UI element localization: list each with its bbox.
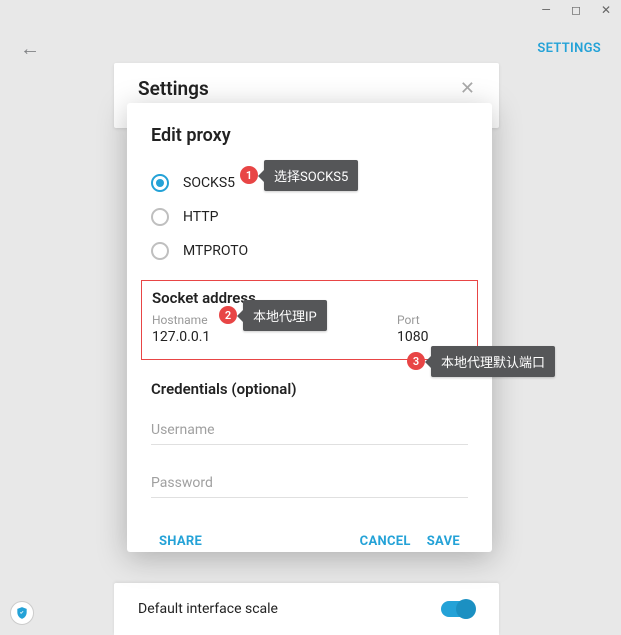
dialog-actions: SHARE CANCEL SAVE — [151, 528, 468, 555]
hostname-value: 127.0.0.1 — [152, 329, 377, 345]
bottom-bar: Default interface scale — [114, 583, 499, 635]
radio-icon — [151, 242, 169, 260]
top-bar: ← SETTINGS — [0, 32, 621, 64]
radio-label: MTPROTO — [183, 243, 248, 259]
shield-icon[interactable] — [10, 601, 34, 625]
radio-mtproto[interactable]: MTPROTO — [151, 234, 468, 268]
maximize-button[interactable]: ◻ — [561, 0, 591, 20]
window-close-button[interactable]: ✕ — [591, 0, 621, 20]
radio-http[interactable]: HTTP — [151, 200, 468, 234]
radio-label: HTTP — [183, 209, 218, 225]
port-value: 1080 — [397, 329, 467, 345]
password-input[interactable] — [151, 471, 468, 498]
back-icon[interactable]: ← — [20, 36, 40, 61]
callout-1: 选择SOCKS5 — [264, 160, 358, 191]
save-button[interactable]: SAVE — [419, 528, 468, 555]
settings-link[interactable]: SETTINGS — [537, 41, 601, 56]
callout-3: 本地代理默认端口 — [431, 346, 555, 377]
dialog-title: Edit proxy — [151, 125, 468, 146]
close-icon[interactable]: ✕ — [460, 78, 475, 99]
badge-1: 1 — [240, 166, 258, 184]
username-input[interactable] — [151, 418, 468, 445]
badge-2: 2 — [219, 306, 237, 324]
badge-3: 3 — [407, 352, 425, 370]
minimize-button[interactable]: — — [531, 0, 561, 20]
interface-scale-toggle[interactable] — [441, 601, 475, 617]
radio-icon — [151, 174, 169, 192]
port-label: Port — [397, 313, 467, 327]
radio-label: SOCKS5 — [183, 175, 235, 191]
callout-2: 本地代理IP — [243, 300, 327, 331]
panel-title: Settings — [138, 77, 209, 100]
share-button[interactable]: SHARE — [151, 528, 210, 555]
interface-scale-label: Default interface scale — [138, 601, 278, 617]
cancel-button[interactable]: CANCEL — [352, 528, 419, 555]
radio-icon — [151, 208, 169, 226]
port-field[interactable]: Port 1080 — [397, 313, 467, 345]
credentials-title: Credentials (optional) — [151, 380, 468, 398]
window-controls: — ◻ ✕ — [531, 0, 621, 20]
